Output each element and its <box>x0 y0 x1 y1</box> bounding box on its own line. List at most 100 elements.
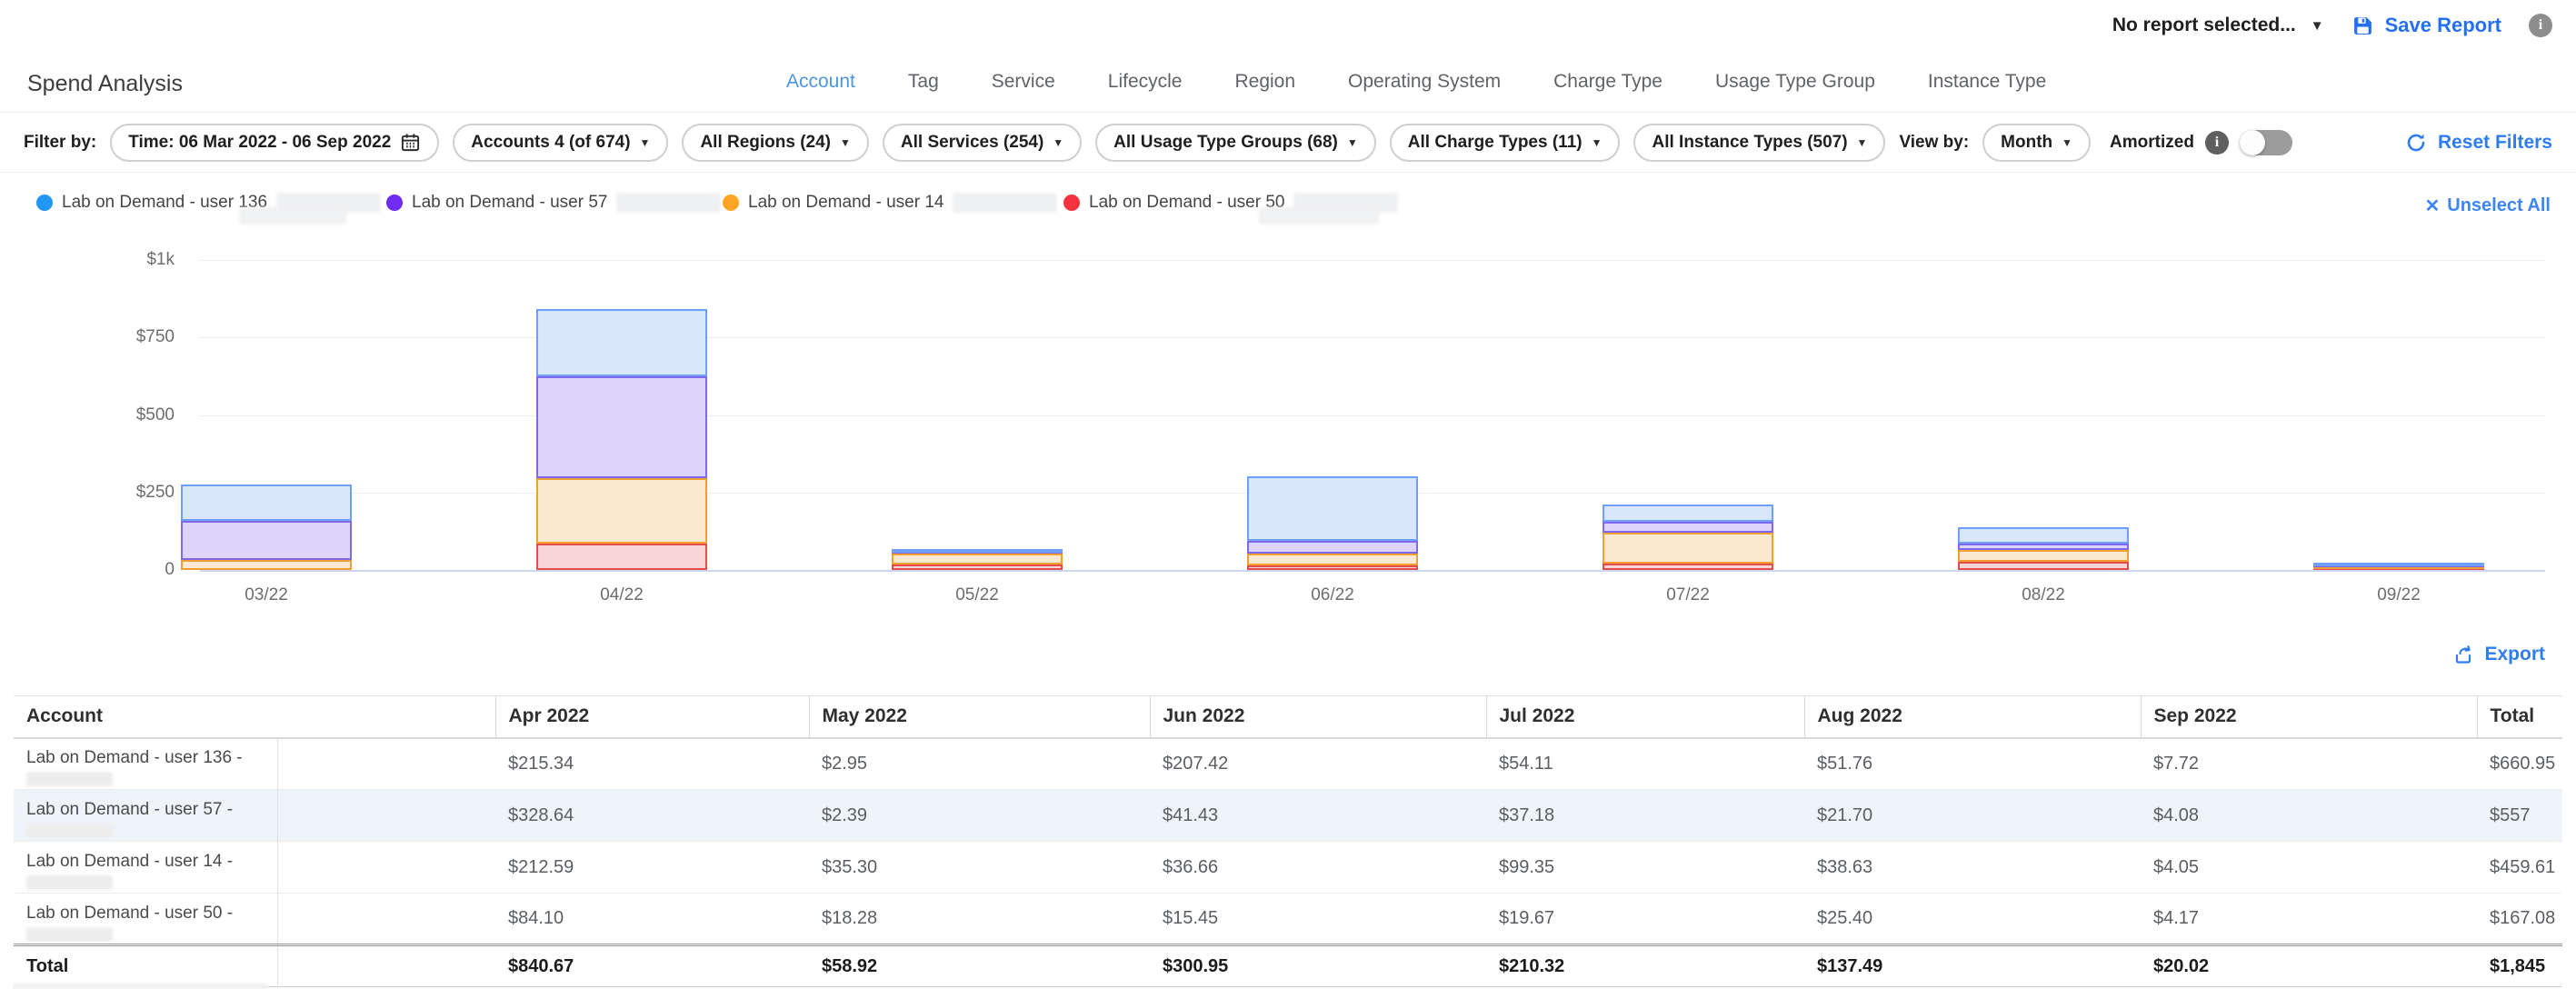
gridline <box>200 260 2545 261</box>
account-cell: Lab on Demand - user 136 - <box>14 738 277 790</box>
bar-segment-lab-on-demand-user-50[interactable] <box>1958 562 2129 570</box>
time-range-value: Time: 06 Mar 2022 - 06 Sep 2022 <box>128 133 391 153</box>
filter-all-regions-24[interactable]: All Regions (24)▼ <box>682 124 868 162</box>
filter-all-charge-types-11[interactable]: All Charge Types (11)▼ <box>1390 124 1621 162</box>
bar-segment-lab-on-demand-user-136[interactable] <box>892 549 1063 553</box>
bar-segment-lab-on-demand-user-57[interactable] <box>1247 541 1418 554</box>
value-cell: $51.76 <box>1804 738 2141 790</box>
reset-filters-button[interactable]: Reset Filters <box>2405 132 2552 154</box>
export-row: Export <box>0 632 2576 677</box>
unselect-all-button[interactable]: ✕ Unselect All <box>2424 195 2551 217</box>
bar-segment-lab-on-demand-user-136[interactable] <box>1247 476 1418 541</box>
value-cell: $459.61 <box>2477 842 2562 894</box>
tab-instance-type[interactable]: Instance Type <box>1928 71 2046 93</box>
total-value-cell: $137.49 <box>1804 945 2141 987</box>
filter-all-services-254[interactable]: All Services (254)▼ <box>883 124 1082 162</box>
total-value-cell: $840.67 <box>495 945 809 987</box>
filter-accounts-4-of-674[interactable]: Accounts 4 (of 674)▼ <box>453 124 668 162</box>
value-cell: $21.70 <box>1804 790 2141 842</box>
tab-region[interactable]: Region <box>1234 71 1295 93</box>
value-cell: $4.08 <box>2141 790 2477 842</box>
bar-segment-lab-on-demand-user-57[interactable] <box>1603 522 1773 534</box>
bar-segment-lab-on-demand-user-14[interactable] <box>1603 533 1773 564</box>
column-header-apr-2022: Apr 2022 <box>495 696 809 738</box>
bar-segment-lab-on-demand-user-50[interactable] <box>892 564 1063 570</box>
spacer-cell <box>277 842 495 894</box>
stacked-bar-04-22[interactable] <box>536 309 707 570</box>
bar-segment-lab-on-demand-user-57[interactable] <box>181 521 352 560</box>
spend-analysis-page: No report selected... ▼ Save Report i Sp… <box>0 0 2576 989</box>
x-axis-tick-label: 04/22 <box>536 585 707 605</box>
legend-item-lab-on-demand-user-57[interactable]: Lab on Demand - user 57 <box>386 193 721 213</box>
bar-segment-lab-on-demand-user-50[interactable] <box>1603 564 1773 570</box>
bar-segment-lab-on-demand-user-57[interactable] <box>536 376 707 478</box>
value-cell: $25.40 <box>1804 894 2141 945</box>
toggle-knob <box>2240 130 2265 155</box>
filter-value: Accounts 4 (of 674) <box>471 133 630 153</box>
bar-segment-lab-on-demand-user-136[interactable] <box>1958 527 2129 544</box>
value-cell: $19.67 <box>1486 894 1804 945</box>
column-header-may-2022: May 2022 <box>809 696 1150 738</box>
spacer-cell <box>277 738 495 790</box>
account-cell: Lab on Demand - user 14 - <box>14 842 277 894</box>
column-header-sep-2022: Sep 2022 <box>2141 696 2477 738</box>
cutoff-row-blur <box>14 984 268 989</box>
filter-all-usage-type-groups-68[interactable]: All Usage Type Groups (68)▼ <box>1095 124 1376 162</box>
value-cell: $167.08 <box>2477 894 2562 945</box>
tab-charge-type[interactable]: Charge Type <box>1553 71 1662 93</box>
tab-usage-type-group[interactable]: Usage Type Group <box>1715 71 1875 93</box>
stacked-bar-03-22[interactable] <box>181 485 352 570</box>
tab-service[interactable]: Service <box>992 71 1055 93</box>
stacked-bar-05-22[interactable] <box>892 551 1063 570</box>
tab-account[interactable]: Account <box>786 71 855 93</box>
x-icon: ✕ <box>2424 195 2440 217</box>
stacked-bar-09-22[interactable] <box>2313 564 2484 570</box>
bar-segment-lab-on-demand-user-136[interactable] <box>2313 563 2484 566</box>
tab-lifecycle[interactable]: Lifecycle <box>1108 71 1183 93</box>
table-row: Lab on Demand - user 57 -$328.64$2.39$41… <box>14 790 2562 842</box>
bar-segment-lab-on-demand-user-14[interactable] <box>181 560 352 570</box>
bar-segment-lab-on-demand-user-14[interactable] <box>536 478 707 544</box>
info-icon[interactable]: i <box>2529 14 2552 37</box>
account-name: Lab on Demand - user 14 - <box>26 852 277 871</box>
account-name: Lab on Demand - user 136 - <box>26 748 277 767</box>
legend-item-lab-on-demand-user-14[interactable]: Lab on Demand - user 14 <box>723 193 1057 213</box>
legend-label: Lab on Demand - user 50 <box>1089 193 1284 213</box>
bar-segment-lab-on-demand-user-14[interactable] <box>1958 550 2129 562</box>
account-name: Lab on Demand - user 57 - <box>26 800 277 819</box>
calendar-icon <box>400 132 421 153</box>
filter-all-instance-types-507[interactable]: All Instance Types (507)▼ <box>1633 124 1885 162</box>
bar-segment-lab-on-demand-user-14[interactable] <box>892 554 1063 564</box>
bar-segment-lab-on-demand-user-14[interactable] <box>1247 554 1418 565</box>
account-cell: Lab on Demand - user 57 - <box>14 790 277 842</box>
amortized-toggle[interactable] <box>2240 130 2292 155</box>
info-icon[interactable]: i <box>2205 131 2229 155</box>
report-selector-dropdown[interactable]: No report selected... ▼ <box>2112 15 2324 36</box>
legend-dot-icon <box>1063 195 1080 211</box>
export-button[interactable]: Export <box>2453 644 2545 665</box>
bar-segment-lab-on-demand-user-136[interactable] <box>1603 504 1773 521</box>
x-axis-tick-label: 06/22 <box>1247 585 1418 605</box>
view-by-dropdown[interactable]: Month ▼ <box>1982 124 2091 162</box>
stacked-bar-06-22[interactable] <box>1247 476 1418 570</box>
filter-value: All Regions (24) <box>700 133 831 153</box>
y-axis-tick-label: $250 <box>0 483 175 503</box>
bar-segment-lab-on-demand-user-136[interactable] <box>181 485 352 521</box>
tab-operating-system[interactable]: Operating System <box>1348 71 1501 93</box>
filter-by-label: Filter by: <box>24 133 96 153</box>
bar-segment-lab-on-demand-user-136[interactable] <box>536 309 707 375</box>
stacked-bar-08-22[interactable] <box>1958 527 2129 570</box>
value-cell: $37.18 <box>1486 790 1804 842</box>
chevron-down-icon: ▼ <box>1053 137 1063 148</box>
table-row: Lab on Demand - user 14 -$212.59$35.30$3… <box>14 842 2562 894</box>
redacted-text <box>26 772 113 786</box>
time-range-filter[interactable]: Time: 06 Mar 2022 - 06 Sep 2022 <box>110 124 439 162</box>
save-report-button[interactable]: Save Report <box>2351 14 2501 37</box>
table-header-row: AccountApr 2022May 2022Jun 2022Jul 2022A… <box>14 696 2562 738</box>
tab-tag[interactable]: Tag <box>908 71 939 93</box>
redacted-text <box>616 193 721 213</box>
bar-segment-lab-on-demand-user-57[interactable] <box>1958 544 2129 550</box>
bar-segment-lab-on-demand-user-50[interactable] <box>536 544 707 570</box>
stacked-bar-07-22[interactable] <box>1603 504 1773 570</box>
bar-segment-lab-on-demand-user-50[interactable] <box>1247 565 1418 570</box>
